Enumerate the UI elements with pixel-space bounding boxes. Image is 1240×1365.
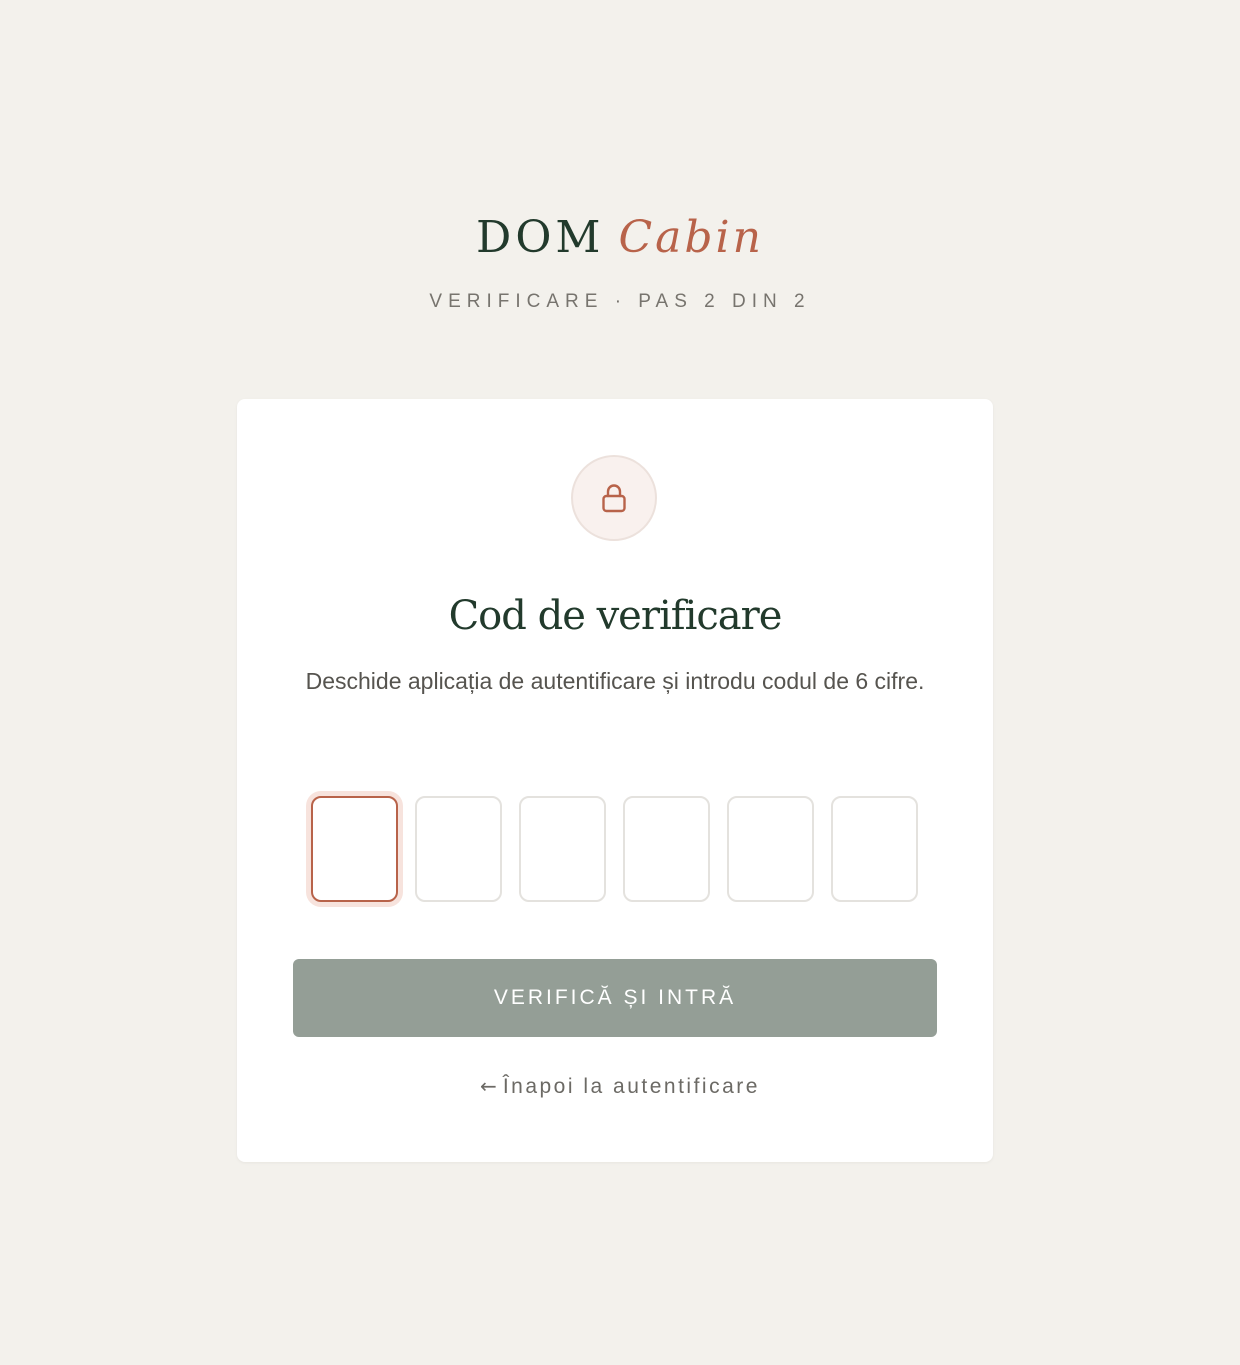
back-to-login-link[interactable]: ← Înapoi la autentificare [0, 1072, 1240, 1101]
otp-digit-2[interactable] [415, 796, 502, 902]
verify-button[interactable]: VERIFICĂ ȘI INTRĂ [293, 959, 937, 1037]
arrow-left-icon: ← [480, 1074, 497, 1098]
otp-digit-6[interactable] [831, 796, 918, 902]
brand-name-cabin: Cabin [618, 212, 764, 263]
otp-digit-4[interactable] [623, 796, 710, 902]
otp-digit-5[interactable] [727, 796, 814, 902]
brand-name-dom: DOM [476, 212, 605, 263]
otp-digit-3[interactable] [519, 796, 606, 902]
verification-card [237, 399, 993, 1162]
lock-icon [602, 484, 626, 513]
otp-digit-1[interactable] [311, 796, 398, 902]
lock-badge [571, 455, 657, 541]
step-indicator: VERIFICARE · PAS 2 DIN 2 [429, 291, 811, 312]
page-title: Cod de verificare [448, 593, 783, 639]
brand-logo: DOM Cabin [0, 212, 1240, 264]
instruction-text: Deschide aplicația de autentificare și i… [305, 668, 925, 694]
back-link-label: Înapoi la autentificare [502, 1075, 760, 1098]
